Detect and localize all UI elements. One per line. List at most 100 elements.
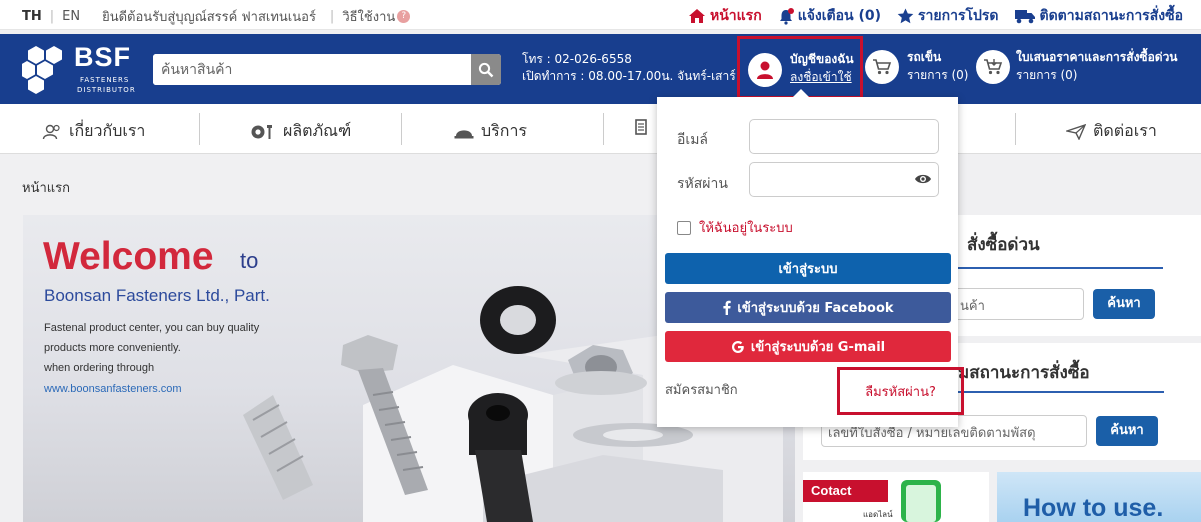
track-order-label: ติดตามสถานะการสั่งซื้อ [1039,8,1184,24]
favorites-label: รายการโปรด [918,8,999,24]
product-search [153,54,501,85]
gmail-login-label: เข้าสู่ระบบด้วย G-mail [750,340,886,355]
account-text: บัญชีของฉัน ลงชื่อเข้าใช้ [790,50,854,86]
brand-subtitle: FASTENERS [80,76,130,84]
quick-order-input[interactable]: นค้า [953,288,1084,320]
quick-order-cart-icon [976,50,1010,84]
cart-icon [865,50,899,84]
remember-me-checkbox[interactable] [677,220,691,235]
email-label: อีเมล์ [677,132,709,148]
cart-count: รายการ (0) [907,68,969,82]
top-bar-left: TH | EN ยินดีต้อนรับสู่บุญณ์สรรค์ ฟาสเทน… [22,6,411,27]
favorites-link[interactable]: รายการโปรด [897,5,999,27]
how-to-use-text: How to use. [1023,494,1164,522]
google-icon [731,340,745,354]
welcome-text: ยินดีต้อนรับสู่บุญณ์สรรค์ ฟาสเทนเนอร์ [102,10,316,25]
document-icon [635,119,647,135]
password-field[interactable] [749,162,939,197]
title-underline [958,267,1163,269]
email-field[interactable] [749,119,939,154]
login-button[interactable]: เข้าสู่ระบบ [665,253,951,284]
divider: | [329,9,335,24]
user-icon [748,53,782,87]
line-add-text: แอดไลน์ [863,510,893,519]
nav-divider [199,113,200,145]
login-button-label: เข้าสู่ระบบ [778,262,838,277]
paper-plane-icon [1066,123,1086,140]
nav-label-services: บริการ [481,121,528,140]
home-icon [688,8,706,24]
nav-label-contact: ติดต่อเรา [1093,121,1157,140]
contact-promo-tag: Cotact [803,480,888,502]
nav-divider [603,113,604,145]
helmet-icon [454,124,474,140]
help-icon: ? [397,10,411,23]
divider: | [49,9,55,24]
top-bar-right: หน้าแรก แจ้งเตือน (0) รายการโปรด ติดตามส… [688,5,1183,27]
quick-order-search-button[interactable]: ค้นหา [1093,289,1155,319]
tools-icon [250,123,276,141]
hours-text: เปิดทำการ : 08.00-17.00น. จันทร์-เสาร์ [522,69,736,83]
password-label: รหัสผ่าน [677,176,728,192]
forgot-password-link[interactable]: ลืมรหัสผ่าน? [837,367,964,415]
nav-item-about[interactable]: เกี่ยวกับเรา [42,119,145,144]
cart-title: รถเข็น [907,50,942,64]
search-input[interactable] [153,54,471,85]
lang-en-link[interactable]: EN [62,9,80,24]
nav-item-contact[interactable]: ติดต่อเรา [1066,119,1157,144]
contact-promo-banner[interactable]: Cotact แอดไลน์ [803,472,989,522]
quote-text: ใบเสนอราคาและการสั่งซื้อด่วน รายการ (0) [1016,48,1178,84]
how-to-use-banner[interactable]: How to use. [997,472,1201,522]
truck-icon [1014,8,1036,24]
account-login-label: ลงชื่อเข้าใช้ [790,70,852,84]
track-order-search-button[interactable]: ค้นหา [1096,416,1158,446]
brand-name: BSF [74,42,131,72]
remember-me[interactable]: ให้ฉันอยู่ในระบบ [677,217,793,238]
track-order-title: มสถานะการสั่งซื้อ [958,363,1090,383]
banner-url: www.boonsanfasteners.com [44,383,182,395]
notifications-link[interactable]: แจ้งเตือน (0) [778,5,881,27]
register-link[interactable]: สมัครสมาชิก [665,379,738,400]
hexagon-logo-icon [22,46,62,94]
cart-text: รถเข็น รายการ (0) [907,48,968,84]
bsf-logo[interactable]: BSF FASTENERS DISTRIBUTOR [22,42,136,98]
dropdown-caret [793,89,809,97]
search-button[interactable] [471,54,501,85]
nav-divider [401,113,402,145]
nav-item-document[interactable] [635,119,647,135]
home-label: หน้าแรก [710,8,762,24]
notifications-label: แจ้งเตือน (0) [797,8,882,24]
home-link[interactable]: หน้าแรก [688,5,762,27]
nav-item-products[interactable]: ผลิตภัณฑ์ [250,119,351,144]
lang-th-link[interactable]: TH [22,9,42,24]
breadcrumb[interactable]: หน้าแรก [22,177,70,198]
brand-subtitle: DISTRIBUTOR [77,86,136,94]
quote-title: ใบเสนอราคาและการสั่งซื้อด่วน [1016,50,1178,64]
remember-me-label: ให้ฉันอยู่ในระบบ [699,221,793,236]
gmail-login-button[interactable]: เข้าสู่ระบบด้วย G-mail [665,331,951,362]
quick-order-title: สั่งซื้อด่วน [967,235,1040,255]
nav-item-services[interactable]: บริการ [454,119,527,144]
bell-icon [778,7,794,25]
nav-label-about: เกี่ยวกับเรา [69,121,146,140]
people-icon [42,124,62,140]
how-to-link[interactable]: วิธีใช้งาน ? [342,6,411,27]
account-title: บัญชีของฉัน [790,52,854,66]
facebook-login-button[interactable]: เข้าสู่ระบบด้วย Facebook [665,292,951,323]
star-icon [897,8,914,24]
top-bar: TH | EN ยินดีต้อนรับสู่บุญณ์สรรค์ ฟาสเทน… [0,0,1201,30]
contact-info: โทร : 02-026-6558 เปิดทำการ : 08.00-17.0… [522,51,736,85]
nav-divider [1015,113,1016,145]
eye-icon[interactable] [914,172,932,186]
main-nav: เกี่ยวกับเรา ผลิตภัณฑ์ บริการ ติดต่อเรา [0,104,1201,154]
facebook-icon [722,300,732,315]
site-header: BSF FASTENERS DISTRIBUTOR โทร : 02-026-6… [0,34,1201,104]
phone-icon [901,480,941,522]
nav-label-products: ผลิตภัณฑ์ [283,121,352,140]
search-icon [478,62,494,78]
banner-welcome-heading: Welcome [43,235,214,278]
how-to-label: วิธีใช้งาน [342,10,396,25]
track-order-link[interactable]: ติดตามสถานะการสั่งซื้อ [1014,5,1184,27]
forgot-password-label: ลืมรหัสผ่าน? [865,384,936,400]
phone-text: โทร : 02-026-6558 [522,52,632,66]
